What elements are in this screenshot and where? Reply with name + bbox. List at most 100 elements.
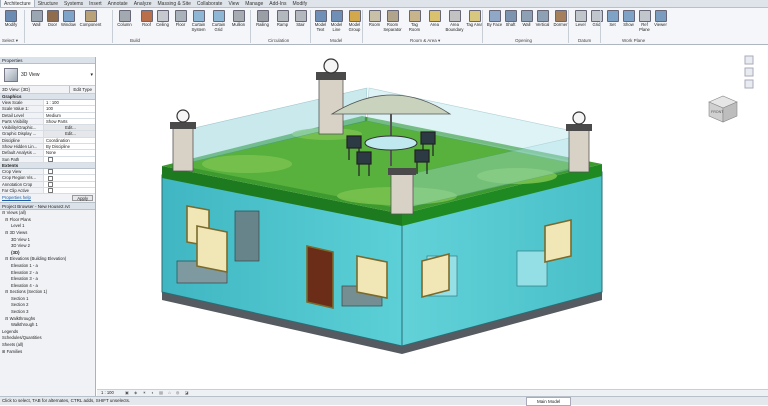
properties-panel: Properties 3D View ▾ 3D View: {3D} Edit …: [0, 57, 96, 397]
sun-path-checkbox[interactable]: [48, 157, 53, 162]
column-button[interactable]: Column: [116, 10, 133, 36]
browser-item[interactable]: {3D}: [2, 250, 95, 257]
model-group-button[interactable]: Model Group: [346, 10, 363, 36]
tab-massing-site[interactable]: Massing & Site: [155, 0, 194, 7]
property-value[interactable]: 1 : 100: [44, 100, 95, 106]
browser-item[interactable]: Elevation 3 - a: [2, 276, 95, 283]
ribbon-group-label[interactable]: Room & Area ▾: [410, 38, 440, 44]
property-value[interactable]: None: [44, 150, 95, 156]
view-control-bar[interactable]: 1 : 100 ▣ ◈ ☀ ◐ ▤ ⌂ ◎ ◪: [97, 389, 768, 396]
viewcube-icon[interactable]: FRONT: [708, 95, 738, 123]
component-button[interactable]: Component: [80, 10, 101, 36]
browser-item[interactable]: Section 3: [2, 309, 95, 316]
door-button[interactable]: Door: [44, 10, 61, 36]
property-value[interactable]: By Discipline: [44, 144, 95, 150]
browser-item[interactable]: Elevation 2 - a: [2, 270, 95, 277]
area-button[interactable]: Area: [426, 10, 443, 36]
property-value[interactable]: [44, 156, 95, 162]
browser-item[interactable]: Schedules/Quantities: [2, 335, 95, 342]
tab-systems[interactable]: Systems: [61, 0, 86, 7]
tab-analyze[interactable]: Analyze: [131, 0, 155, 7]
room-separator-button[interactable]: Room Separator: [383, 10, 402, 36]
extent-checkbox[interactable]: [48, 175, 53, 181]
type-name: 3D View: [21, 71, 40, 78]
browser-item[interactable]: ⊟ Elevations (Building Elevation): [2, 256, 95, 263]
3d-viewport[interactable]: FRONT: [97, 46, 768, 389]
stair-button[interactable]: Stair: [292, 10, 309, 36]
model-text-button[interactable]: Model Text: [312, 10, 329, 36]
browser-item[interactable]: ⊟ Walkthroughs: [2, 316, 95, 323]
apply-button[interactable]: Apply: [72, 195, 93, 202]
room-button[interactable]: Room: [366, 10, 383, 36]
browser-item[interactable]: ⊟ Sections (Section 1): [2, 289, 95, 296]
tab-manage[interactable]: Manage: [242, 0, 266, 7]
ramp-button[interactable]: Ramp: [274, 10, 291, 36]
browser-item[interactable]: Sheets (all): [2, 342, 95, 349]
extent-checkbox[interactable]: [48, 169, 53, 175]
curtain-grid-button[interactable]: Curtain Grid: [210, 10, 227, 36]
browser-item[interactable]: ⊟ 3D Views: [2, 230, 95, 237]
browser-item[interactable]: Legends: [2, 329, 95, 336]
wall-button[interactable]: Wall: [28, 10, 45, 36]
ceiling-button[interactable]: Ceiling: [154, 10, 171, 36]
tab-collaborate[interactable]: Collaborate: [194, 0, 226, 7]
level-button[interactable]: Level: [572, 10, 589, 36]
model-line-button[interactable]: Model Line: [328, 10, 345, 36]
railing-button[interactable]: Railing: [254, 10, 271, 36]
browser-item[interactable]: Elevation 4 - a: [2, 283, 95, 290]
tab-add-ins[interactable]: Add-Ins: [266, 0, 289, 7]
edit-type-button[interactable]: Edit Type: [69, 86, 95, 93]
tab-insert[interactable]: Insert: [86, 0, 105, 7]
property-value[interactable]: Medium: [44, 112, 95, 118]
view-controls-icons[interactable]: ▣ ◈ ☀ ◐ ▤ ⌂ ◎ ◪: [125, 390, 191, 395]
browser-item[interactable]: 3D View 2: [2, 243, 95, 250]
browser-item[interactable]: 3D View 1: [2, 237, 95, 244]
tag-room-button[interactable]: Tag Room: [406, 10, 423, 36]
property-value[interactable]: Edit...: [44, 125, 95, 131]
browser-item[interactable]: ⊟ Views (all): [2, 210, 95, 217]
ribbon-group-label[interactable]: Select ▾: [2, 38, 18, 44]
grid-button[interactable]: Grid: [588, 10, 605, 36]
properties-help-link[interactable]: Properties help: [2, 195, 31, 201]
window-button[interactable]: Window: [60, 10, 77, 36]
ribbon-button-label: Ref Plane: [639, 22, 650, 32]
roof-button[interactable]: Roof: [138, 10, 155, 36]
extent-checkbox[interactable]: [48, 181, 53, 187]
mullion-button[interactable]: Mullion: [230, 10, 247, 36]
browser-item[interactable]: ⊞ Families: [2, 349, 95, 356]
type-selector[interactable]: 3D View ▾: [0, 64, 95, 86]
browser-item[interactable]: ⊟ Floor Plans: [2, 217, 95, 224]
vertical-button[interactable]: Vertical: [534, 10, 551, 36]
show-button[interactable]: Show: [620, 10, 637, 36]
floor-button[interactable]: Floor: [172, 10, 189, 36]
shaft-button[interactable]: Shaft: [502, 10, 519, 36]
extent-checkbox[interactable]: [48, 188, 53, 194]
area-boundary-button[interactable]: Area Boundary: [446, 10, 463, 36]
tag-area-button[interactable]: Tag Area: [466, 10, 483, 36]
tab-modify[interactable]: Modify: [290, 0, 311, 7]
navigation-bar[interactable]: [744, 55, 754, 89]
dormer-button[interactable]: Dormer: [552, 10, 569, 36]
browser-item[interactable]: Walkthrough 1: [2, 322, 95, 329]
property-value[interactable]: Coordination: [44, 137, 95, 144]
ref-plane-button[interactable]: Ref Plane: [636, 10, 653, 36]
tab-architecture[interactable]: Architecture: [0, 0, 35, 7]
tab-structure[interactable]: Structure: [35, 0, 61, 7]
browser-item[interactable]: Section 2: [2, 302, 95, 309]
browser-item[interactable]: Section 1: [2, 296, 95, 303]
tab-view[interactable]: View: [225, 0, 242, 7]
property-value[interactable]: 100: [44, 106, 95, 112]
by-face-button[interactable]: By Face: [486, 10, 503, 36]
property-value[interactable]: Show Parts: [44, 118, 95, 125]
wall-button[interactable]: Wall: [518, 10, 535, 36]
view-scale[interactable]: 1 : 100: [97, 390, 114, 395]
viewer-button[interactable]: Viewer: [652, 10, 669, 36]
curtain-system-button[interactable]: Curtain System: [190, 10, 207, 36]
property-value[interactable]: Edit...: [44, 131, 95, 137]
set-button[interactable]: Set: [604, 10, 621, 36]
view-instance-selector[interactable]: 3D View: {3D}: [0, 86, 69, 93]
browser-item[interactable]: Elevation 1 - a: [2, 263, 95, 270]
modify-button[interactable]: Modify: [2, 10, 20, 36]
tab-annotate[interactable]: Annotate: [105, 0, 131, 7]
browser-item[interactable]: Level 1: [2, 223, 95, 230]
